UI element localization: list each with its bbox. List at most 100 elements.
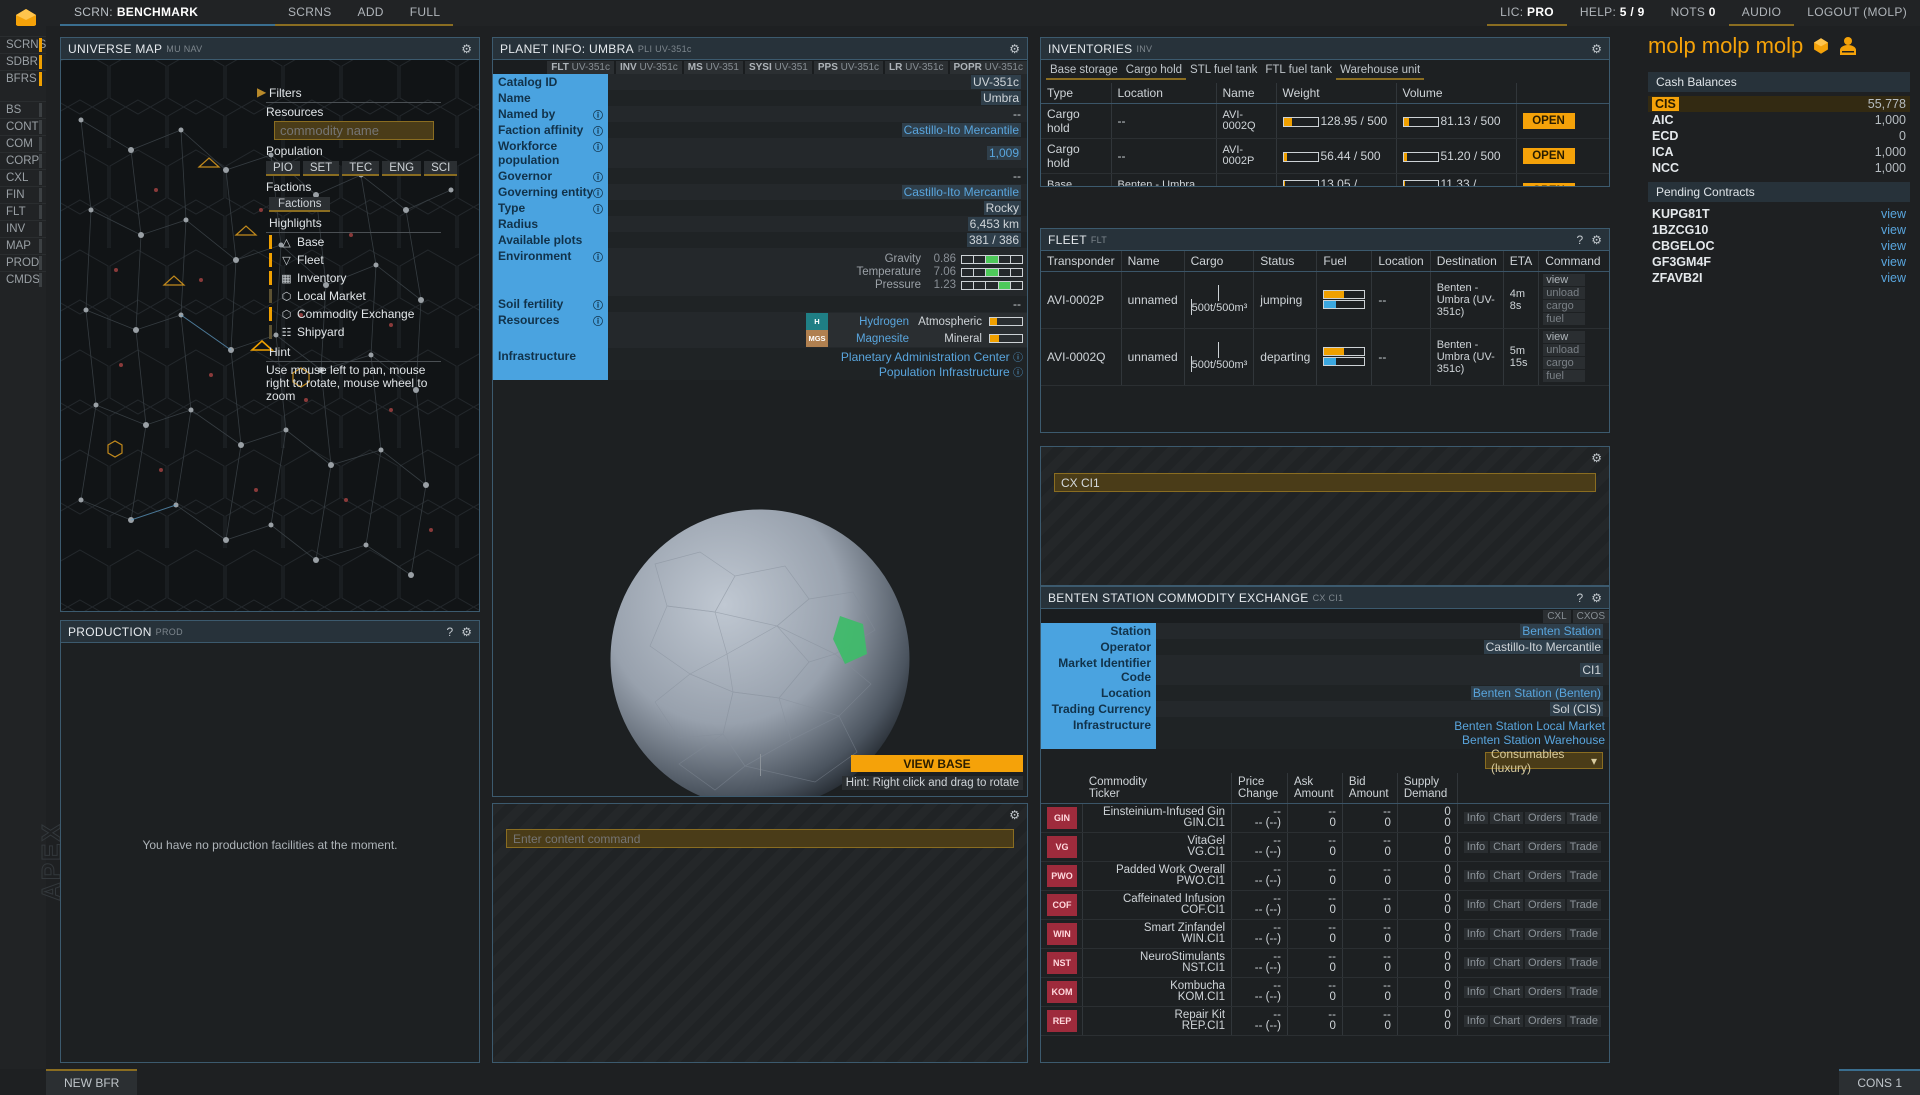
population-chip-sci[interactable]: SCI: [424, 161, 458, 176]
highlight-row-shipyard[interactable]: ☷ Shipyard: [266, 323, 441, 341]
rail-item-cxl[interactable]: CXL: [0, 169, 46, 186]
chart-button[interactable]: Chart: [1490, 899, 1524, 911]
info-icon[interactable]: ⓘ: [593, 123, 603, 138]
cx-command-input[interactable]: [1054, 473, 1596, 492]
app-logo[interactable]: [0, 0, 54, 31]
console-tab[interactable]: CONS 1: [1839, 1069, 1920, 1095]
info-icon[interactable]: ⓘ: [593, 107, 603, 122]
orders-button[interactable]: Orders: [1525, 986, 1565, 998]
gear-icon[interactable]: ⚙: [1009, 808, 1020, 822]
rail-item-com[interactable]: COM: [0, 135, 46, 152]
rail-item-corp[interactable]: CORP: [0, 152, 46, 169]
subtab-cxl[interactable]: CXL: [1543, 609, 1571, 623]
highlight-row-local-market[interactable]: ⬡ Local Market: [266, 287, 441, 305]
row-value[interactable]: Benten Station: [1520, 624, 1603, 638]
row-value[interactable]: Castillo-Ito Mercantile: [901, 123, 1021, 137]
orders-button[interactable]: Orders: [1525, 899, 1565, 911]
tab-ftl-fuel-tank[interactable]: FTL fuel tank: [1261, 64, 1336, 80]
highlight-toggle-bar[interactable]: [269, 235, 272, 249]
trade-button[interactable]: Trade: [1566, 986, 1601, 998]
open-button[interactable]: OPEN: [1522, 183, 1575, 186]
orders-button[interactable]: Orders: [1525, 841, 1565, 853]
row-value[interactable]: 1,009: [986, 146, 1021, 160]
subtab-lr[interactable]: LR UV-351c: [885, 60, 948, 74]
cx-infra-warehouse[interactable]: Benten Station Warehouse: [1160, 733, 1605, 747]
highlight-toggle-bar[interactable]: [269, 307, 272, 321]
rail-item-scrns[interactable]: SCRNS: [0, 36, 46, 53]
tab-warehouse-unit[interactable]: Warehouse unit: [1336, 64, 1425, 80]
gear-icon[interactable]: ⚙: [461, 625, 472, 639]
gear-icon[interactable]: ⚙: [1591, 42, 1602, 56]
open-button[interactable]: OPEN: [1522, 148, 1575, 164]
command-cargo[interactable]: cargo: [1543, 357, 1586, 369]
chart-button[interactable]: Chart: [1490, 928, 1524, 940]
add-button[interactable]: ADD: [344, 0, 397, 26]
subtab-flt[interactable]: FLT UV-351c: [547, 60, 614, 74]
info-button[interactable]: Info: [1463, 986, 1489, 998]
cell-destination[interactable]: Benten - Umbra (UV-351c): [1430, 271, 1504, 329]
help-icon[interactable]: ?: [1577, 591, 1584, 605]
info-button[interactable]: Info: [1463, 870, 1489, 882]
new-buffer-button[interactable]: NEW BFR: [46, 1069, 138, 1095]
view-base-button[interactable]: VIEW BASE: [851, 755, 1023, 772]
info-button[interactable]: Info: [1463, 957, 1489, 969]
help-indicator[interactable]: HELP: 5 / 9: [1567, 0, 1658, 26]
tab-stl-fuel-tank[interactable]: STL fuel tank: [1186, 64, 1261, 80]
subtab-inv[interactable]: INV UV-351c: [615, 60, 682, 74]
info-icon[interactable]: ⓘ: [593, 313, 603, 328]
gear-icon[interactable]: ⚙: [1591, 591, 1602, 605]
population-chip-pio[interactable]: PIO: [266, 161, 300, 176]
contract-view-link[interactable]: view: [1881, 223, 1906, 237]
subtab-sysi[interactable]: SYSI UV-351: [744, 60, 812, 74]
highlight-row-commodity-exchange[interactable]: ⬡ Commodity Exchange: [266, 305, 441, 323]
cx-infra-local-market[interactable]: Benten Station Local Market: [1160, 719, 1605, 733]
trade-button[interactable]: Trade: [1566, 1015, 1601, 1027]
open-button[interactable]: OPEN: [1522, 113, 1575, 129]
info-icon[interactable]: ⓘ: [1013, 368, 1023, 379]
rail-item-flt[interactable]: FLT: [0, 203, 46, 220]
command-fuel[interactable]: fuel: [1543, 313, 1586, 325]
contract-view-link[interactable]: view: [1881, 255, 1906, 269]
gear-icon[interactable]: ⚙: [461, 42, 472, 56]
chart-button[interactable]: Chart: [1490, 1015, 1524, 1027]
population-chip-set[interactable]: SET: [302, 161, 340, 176]
row-value[interactable]: Benten Station (Benten): [1470, 686, 1603, 700]
highlight-toggle-bar[interactable]: [269, 271, 272, 285]
screens-button[interactable]: SCRNS: [275, 0, 345, 26]
contract-view-link[interactable]: view: [1881, 271, 1906, 285]
info-icon[interactable]: ⓘ: [593, 139, 603, 154]
rail-item-fin[interactable]: FIN: [0, 186, 46, 203]
balance-row-ecd[interactable]: ECD 0: [1648, 128, 1910, 144]
command-cargo[interactable]: cargo: [1543, 300, 1586, 312]
subtab-cxos[interactable]: CXOS: [1572, 609, 1609, 623]
row-value[interactable]: Castillo-Ito Mercantile: [901, 185, 1021, 199]
tab-cargo-hold[interactable]: Cargo hold: [1121, 64, 1187, 80]
cell-transponder[interactable]: AVI-0002Q: [1041, 328, 1122, 386]
trade-button[interactable]: Trade: [1566, 928, 1601, 940]
command-unload[interactable]: unload: [1543, 287, 1586, 299]
trade-button[interactable]: Trade: [1566, 841, 1601, 853]
infrastructure-item-admin[interactable]: Planetary Administration Center ⓘ: [612, 349, 1023, 364]
trade-button[interactable]: Trade: [1566, 870, 1601, 882]
info-icon[interactable]: ⓘ: [1013, 353, 1023, 364]
audio-button[interactable]: AUDIO: [1728, 0, 1795, 26]
rail-item-bfrs[interactable]: BFRS: [0, 70, 46, 87]
gear-icon[interactable]: ⚙: [1591, 233, 1602, 247]
info-button[interactable]: Info: [1463, 1015, 1489, 1027]
category-select[interactable]: Consumables (luxury) ▾: [1485, 747, 1603, 775]
info-icon[interactable]: ⓘ: [593, 297, 603, 312]
gear-icon[interactable]: ⚙: [1591, 451, 1602, 465]
trade-button[interactable]: Trade: [1566, 957, 1601, 969]
rail-item-inv[interactable]: INV: [0, 220, 46, 237]
highlight-row-inventory[interactable]: ▦ Inventory: [266, 269, 441, 287]
cell-destination[interactable]: Benten - Umbra (UV-351c): [1430, 328, 1504, 386]
license-indicator[interactable]: LIC: PRO: [1487, 0, 1567, 26]
subtab-pps[interactable]: PPS UV-351c: [813, 60, 884, 74]
notifications-indicator[interactable]: NOTS 0: [1658, 0, 1729, 26]
rail-item-cont[interactable]: CONT: [0, 118, 46, 135]
orders-button[interactable]: Orders: [1525, 928, 1565, 940]
help-icon[interactable]: ?: [1577, 233, 1584, 247]
universe-map-body[interactable]: ▶ Filters Resources Population PIO SET T…: [61, 60, 479, 611]
balance-row-ncc[interactable]: NCC 1,000: [1648, 160, 1910, 176]
command-view[interactable]: view: [1543, 331, 1586, 343]
